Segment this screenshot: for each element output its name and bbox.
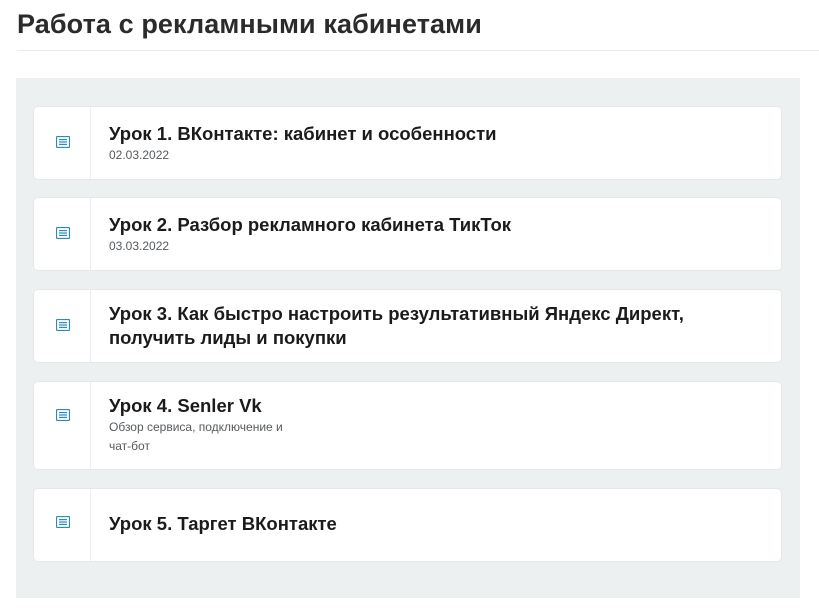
lesson-description-line-1: Обзор сервиса, подключение и (109, 420, 283, 434)
lesson-icon-cell (34, 107, 91, 179)
text-document-icon (56, 319, 70, 331)
page: Работа с рекламными кабинетами Урок 1. В… (0, 0, 819, 614)
lesson-title: Урок 4. Senler Vk (109, 395, 262, 416)
lesson-card-5[interactable]: Урок 5. Таргет ВКонтакте (34, 489, 781, 561)
text-document-icon (56, 136, 70, 148)
lesson-title: Урок 5. Таргет ВКонтакте (109, 513, 337, 534)
lesson-card-3[interactable]: Урок 3. Как быстро настроить результатив… (34, 290, 781, 362)
title-divider (17, 50, 819, 51)
page-title: Работа с рекламными кабинетами (17, 9, 482, 39)
lesson-title-line-1: Урок 3. Как быстро настроить результатив… (109, 303, 684, 324)
text-document-icon (56, 227, 70, 239)
lesson-date: 02.03.2022 (109, 148, 170, 162)
lesson-card-1[interactable]: Урок 1. ВКонтакте: кабинет и особенности… (34, 107, 781, 179)
lesson-title: Урок 1. ВКонтакте: кабинет и особенности (109, 123, 497, 144)
lesson-icon-cell (34, 489, 91, 561)
lesson-icon-cell (34, 290, 91, 362)
lesson-description-line-2: чат-бот (109, 439, 150, 453)
text-document-icon (56, 516, 70, 528)
lesson-card-2[interactable]: Урок 2. Разбор рекламного кабинета ТикТо… (34, 198, 781, 270)
text-document-icon (56, 409, 70, 421)
lesson-card-4[interactable]: Урок 4. Senler Vk Обзор сервиса, подключ… (34, 382, 781, 469)
lesson-icon-cell (34, 198, 91, 270)
lesson-title-line-2: получить лиды и покупки (109, 327, 347, 348)
lesson-date: 03.03.2022 (109, 239, 170, 253)
lesson-title: Урок 2. Разбор рекламного кабинета ТикТо… (109, 214, 512, 235)
lesson-icon-cell (34, 382, 91, 469)
